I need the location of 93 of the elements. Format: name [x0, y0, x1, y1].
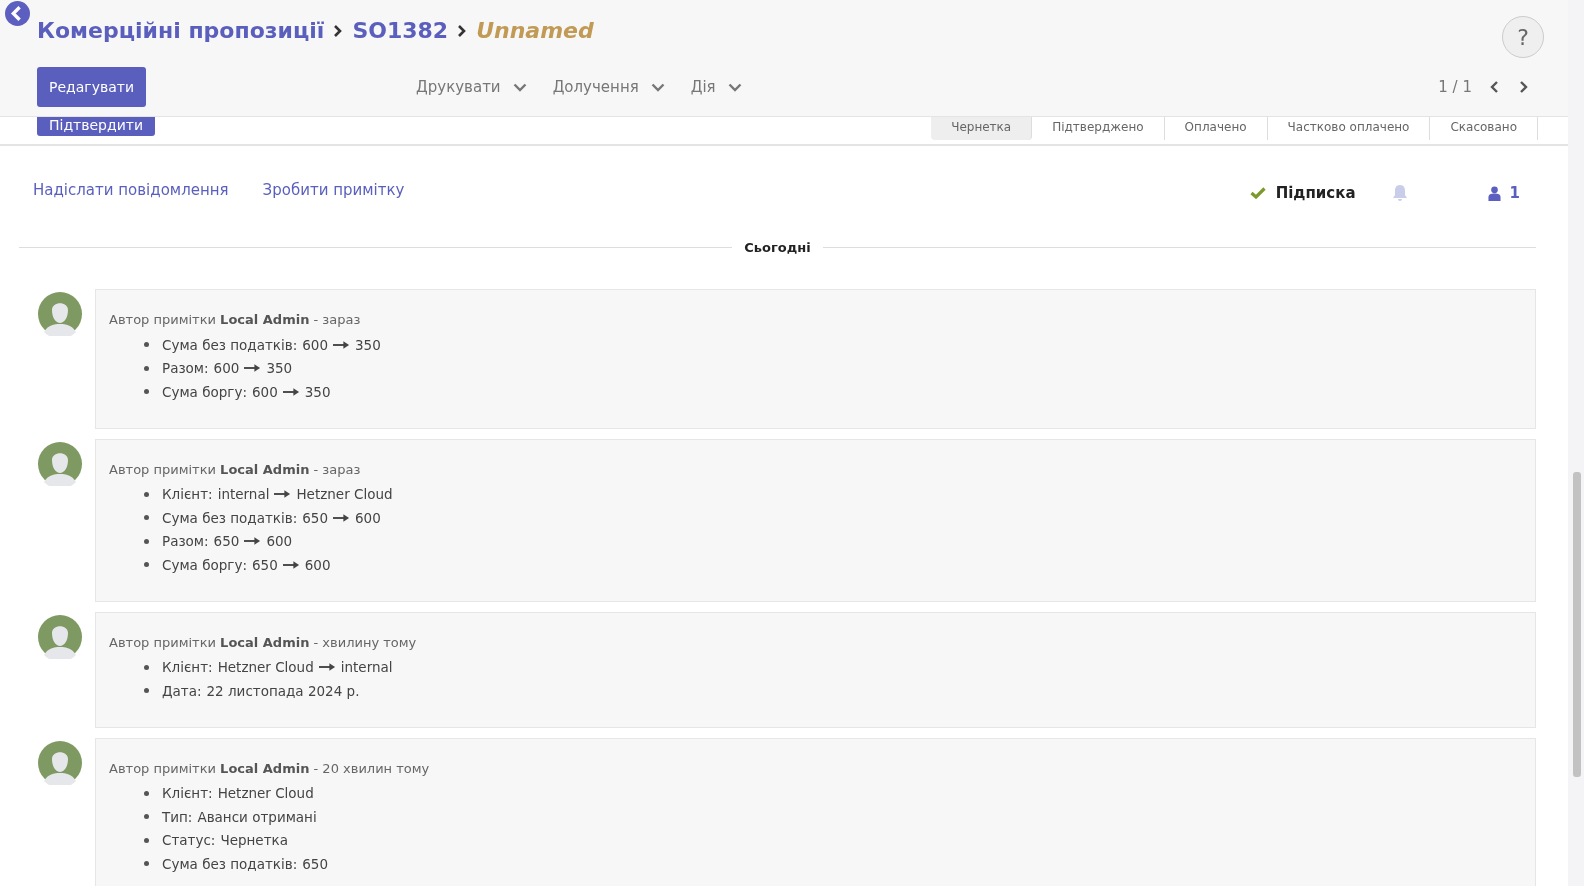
person-icon [1487, 185, 1501, 201]
avatar-icon [38, 740, 82, 785]
status-step[interactable]: Оплачено [1164, 117, 1268, 140]
change-label: Клієнт: [162, 785, 213, 802]
log-note-link[interactable]: Зробити примітку [262, 181, 405, 199]
message-author-line: Автор примітки Local Admin - 20 хвилин тому [109, 760, 430, 776]
send-message-link[interactable]: Надіслати повідомлення [33, 181, 229, 199]
previous-icon[interactable] [1490, 80, 1500, 94]
bullet-icon [144, 790, 149, 796]
check-icon [1249, 187, 1266, 199]
date-separator: Сьогодні [744, 240, 811, 255]
breadcrumb-link[interactable]: Комерційні пропозиції [37, 18, 325, 43]
change-label: Разом: [162, 360, 209, 377]
old-value: 650 [302, 509, 328, 526]
new-value: Аванси отримані [197, 808, 317, 825]
change-label: Сума без податків: [162, 509, 298, 526]
new-value: 350 [355, 336, 381, 353]
followers-button[interactable]: 1 [1481, 183, 1526, 203]
old-value: Hetzner Cloud [217, 659, 314, 676]
bullet-icon [144, 837, 149, 843]
change-label: Статус: [162, 832, 216, 849]
arrow-icon [244, 363, 262, 374]
bullet-icon [144, 814, 149, 820]
chevron-icon [333, 23, 344, 38]
message-author-line: Автор примітки Local Admin - зараз [109, 461, 361, 477]
new-value: Hetzner Cloud [217, 785, 314, 802]
bullet-icon [144, 861, 149, 867]
new-value: Hetzner Cloud [296, 486, 393, 503]
arrow-icon [274, 489, 292, 500]
arrow-icon [244, 536, 262, 547]
breadcrumb-link[interactable]: SO1382 [352, 18, 449, 43]
status-step[interactable]: Скасовано [1430, 117, 1538, 140]
new-value: 600 [304, 556, 331, 573]
back-icon[interactable] [5, 1, 30, 26]
avatar-icon [38, 292, 82, 336]
bullet-icon [144, 491, 149, 497]
change-label: Сума боргу: [162, 556, 247, 573]
old-value: 650 [213, 533, 240, 550]
change-label: Тип: [162, 808, 193, 825]
scrollbar-thumb[interactable] [1573, 472, 1581, 777]
caret-icon [650, 82, 665, 92]
avatar-icon [38, 441, 82, 486]
bullet-icon [144, 342, 149, 348]
new-value: 350 [304, 383, 331, 400]
bullet-icon [144, 538, 149, 544]
follow-button[interactable]: Підписка [1243, 183, 1362, 203]
old-value: internal [217, 486, 270, 503]
arrow-icon [318, 662, 336, 673]
arrow-icon [333, 339, 350, 350]
bullet-icon [144, 688, 149, 694]
bullet-icon [144, 562, 149, 568]
message-author-line: Автор примітки Local Admin - зараз [109, 312, 361, 327]
new-value: 350 [266, 360, 293, 377]
edit-button[interactable]: Редагувати [37, 67, 147, 107]
arrow-icon [282, 386, 300, 397]
status-step[interactable]: Чернетка [931, 117, 1033, 140]
status-step[interactable]: Підтверджено [1032, 117, 1165, 140]
dropdown-menu[interactable]: Долучення [552, 78, 665, 96]
next-icon[interactable] [1518, 80, 1528, 94]
record-title: Unnamed [476, 18, 594, 43]
pager-counter: 1 / 1 [1438, 78, 1472, 96]
new-value: 650 [302, 855, 328, 872]
change-label: Сума без податків: [162, 336, 298, 353]
avatar-icon [38, 614, 82, 659]
change-label: Разом: [162, 533, 209, 550]
arrow-icon [282, 559, 300, 570]
old-value: 600 [213, 360, 240, 377]
new-value: Чернетка [220, 832, 288, 849]
chevron-icon [457, 23, 468, 38]
arrow-icon [333, 512, 350, 523]
caret-icon [727, 82, 742, 92]
dropdown-menu[interactable]: Дія [690, 78, 742, 96]
caret-icon [512, 82, 527, 92]
old-value: 650 [251, 556, 278, 573]
bullet-icon [144, 365, 149, 371]
change-label: Клієнт: [162, 659, 213, 676]
new-value: internal [340, 659, 393, 676]
new-value: 22 листопада 2024 р. [206, 682, 360, 699]
message-author-line: Автор примітки Local Admin - хвилину тому [109, 634, 417, 650]
change-label: Сума боргу: [162, 383, 247, 400]
change-label: Сума без податків: [162, 855, 298, 872]
new-value: 600 [266, 533, 293, 550]
help-button[interactable]: ? [1502, 16, 1544, 58]
status-step[interactable]: Частково оплачено [1267, 117, 1431, 140]
old-value: 600 [251, 383, 278, 400]
dropdown-menu[interactable]: Друкувати [416, 78, 527, 96]
bullet-icon [144, 664, 149, 670]
change-label: Клієнт: [162, 486, 213, 503]
new-value: 600 [355, 509, 381, 526]
bullet-icon [144, 515, 149, 521]
bullet-icon [144, 389, 149, 395]
old-value: 600 [302, 336, 328, 353]
change-label: Дата: [162, 682, 202, 699]
